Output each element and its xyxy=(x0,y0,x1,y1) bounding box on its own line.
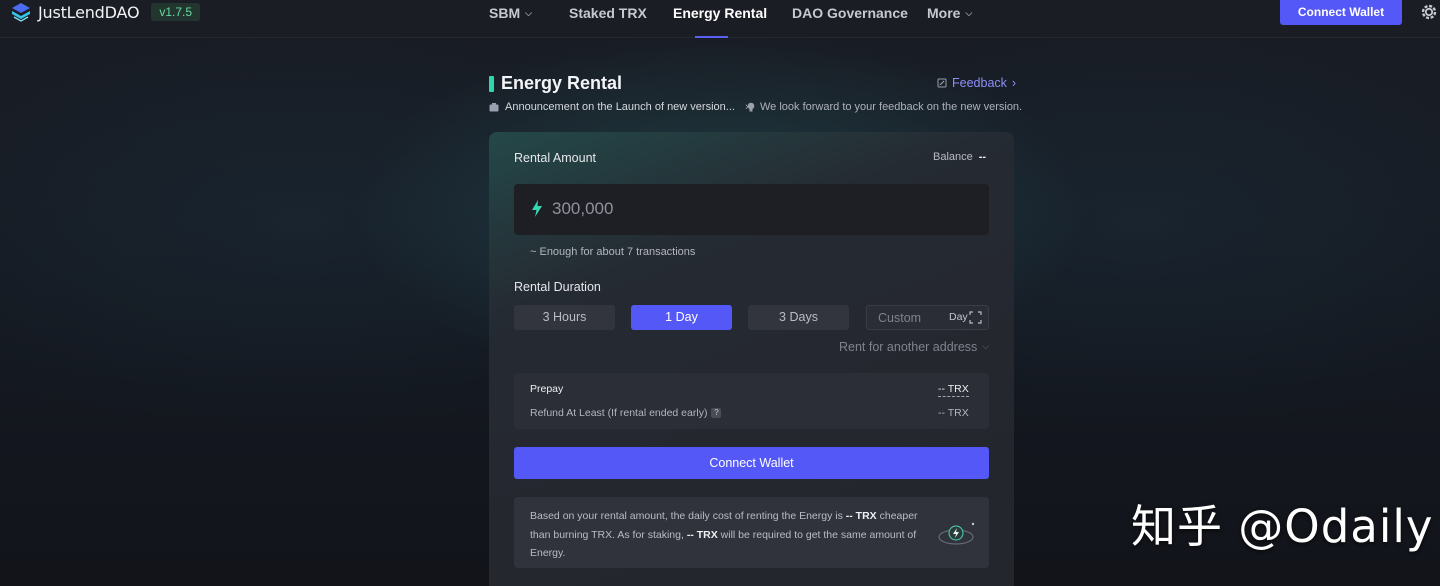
rental-amount-label: Rental Amount xyxy=(514,151,596,165)
feedback-note-text: We look forward to your feedback on the … xyxy=(760,101,1023,113)
nav-item-label: More xyxy=(927,5,961,21)
watermark: 知乎 @Odaily xyxy=(1131,500,1434,553)
feedback-label: Feedback xyxy=(952,76,1007,90)
chevron-down-icon: ⌵ xyxy=(965,8,973,18)
justlend-logo-icon xyxy=(12,3,30,22)
balance: Balance -- xyxy=(933,151,986,163)
active-tab-indicator xyxy=(695,36,728,38)
refund-label-text: Refund At Least (If rental ended early) xyxy=(530,407,708,419)
cost-summary xyxy=(514,373,989,429)
help-icon[interactable]: ? xyxy=(711,408,722,418)
version-badge: v1.7.5 xyxy=(151,3,201,21)
nav-item-staked-trx[interactable]: Staked TRX xyxy=(569,0,647,26)
prepay-value[interactable]: -- TRX xyxy=(938,383,969,397)
chevron-right-icon: › xyxy=(1011,76,1017,90)
announcement-link[interactable]: Announcement on the Launch of new versio… xyxy=(489,101,749,113)
nav-item-more[interactable]: More ⌵ xyxy=(927,0,972,26)
nav-item-dao-governance[interactable]: DAO Governance xyxy=(792,0,908,26)
connect-wallet-button[interactable]: Connect Wallet xyxy=(1280,0,1402,25)
top-nav: JustLendDAO v1.7.5 SBM ⌵ Staked TRX Energ… xyxy=(0,0,1440,38)
announcement-text: Announcement on the Launch of new versio… xyxy=(505,101,735,113)
duration-3-days-button[interactable]: 3 Days xyxy=(748,305,849,330)
duration-3-hours-button[interactable]: 3 Hours xyxy=(514,305,615,330)
daily-cost-value: -- TRX xyxy=(845,510,877,522)
energy-orb-illustration-icon xyxy=(938,522,975,545)
lightning-icon xyxy=(532,200,542,217)
custom-duration-unit: Day xyxy=(949,311,968,323)
chevron-down-icon: ⌵ xyxy=(982,341,990,351)
swap-unit-icon[interactable] xyxy=(969,311,982,324)
page-title: Energy Rental xyxy=(501,73,623,93)
announcement-icon xyxy=(489,102,499,111)
another-address-label: Rent for another address xyxy=(839,340,978,354)
nav-item-sbm[interactable]: SBM ⌵ xyxy=(489,0,532,26)
lightbulb-icon xyxy=(747,102,755,112)
connect-wallet-submit-button[interactable]: Connect Wallet xyxy=(514,447,989,479)
staking-required-value: -- TRX xyxy=(686,528,718,541)
balance-value: -- xyxy=(978,151,987,163)
amount-hint: ~ Enough for about 7 transactions xyxy=(530,246,696,258)
brand[interactable]: JustLendDAO v1.7.5 xyxy=(10,2,201,22)
gear-icon[interactable] xyxy=(1419,2,1439,22)
chevron-down-icon: ⌵ xyxy=(525,8,532,18)
rental-duration-label: Rental Duration xyxy=(514,280,601,294)
feedback-note: We look forward to your feedback on the … xyxy=(747,101,1022,113)
custom-duration-placeholder: Custom xyxy=(878,311,922,325)
nav-item-energy-rental[interactable]: Energy Rental xyxy=(673,0,767,26)
edit-icon xyxy=(937,78,947,88)
brand-name: JustLendDAO xyxy=(38,2,140,22)
balance-label: Balance xyxy=(933,151,973,163)
rental-amount-placeholder: 300,000 xyxy=(552,199,614,218)
prepay-label: Prepay xyxy=(530,383,564,395)
refund-value: -- TRX xyxy=(938,407,969,419)
duration-1-day-button[interactable]: 1 Day xyxy=(631,305,732,330)
info-text-1: Based on your rental amount, the daily c… xyxy=(530,510,846,522)
title-accent-bar xyxy=(489,76,494,92)
nav-item-label: SBM xyxy=(489,5,521,21)
feedback-link[interactable]: Feedback › xyxy=(937,76,1016,90)
rent-for-another-address-toggle[interactable]: Rent for another address ⌵ xyxy=(839,340,989,354)
cost-comparison-text: Based on your rental amount, the daily c… xyxy=(530,507,930,563)
refund-label: Refund At Least (If rental ended early) … xyxy=(530,407,722,419)
